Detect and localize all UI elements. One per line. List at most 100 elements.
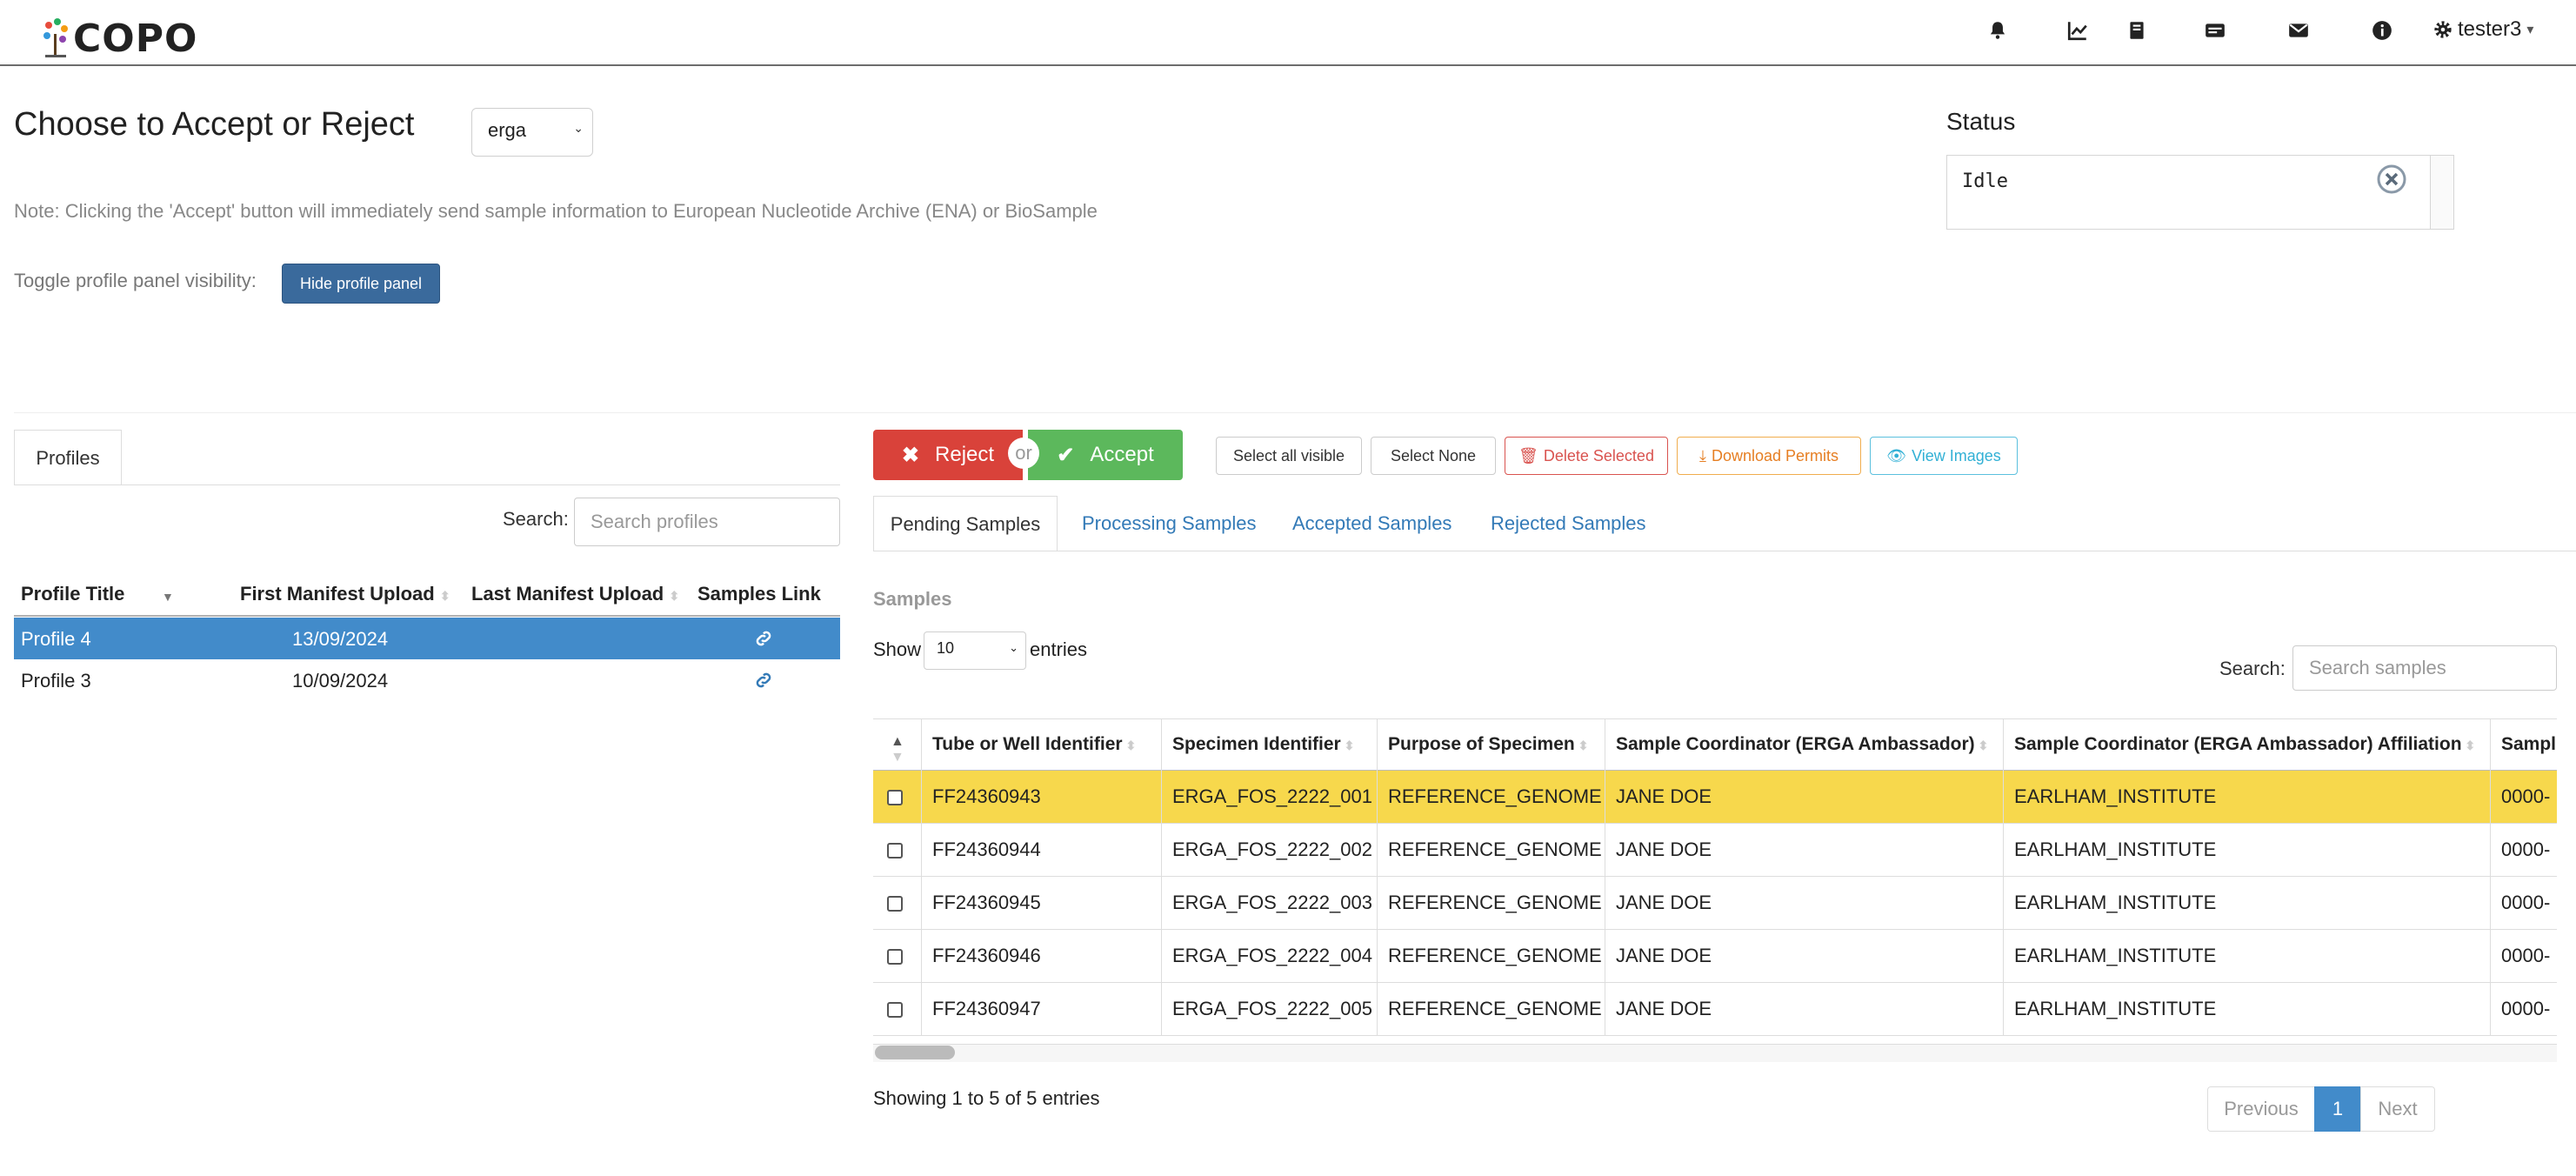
select-column-header[interactable]: ▲ ▼ bbox=[873, 718, 922, 771]
cell-coordinator: JANE DOE bbox=[1605, 824, 2004, 876]
close-icon[interactable] bbox=[2376, 164, 2407, 195]
samples-search-input[interactable]: Search samples bbox=[2292, 645, 2557, 691]
cell-coordinator: JANE DOE bbox=[1605, 983, 2004, 1035]
cell-coordinator: JANE DOE bbox=[1605, 771, 2004, 823]
trash-icon: 🗑 bbox=[1518, 446, 1538, 464]
select-cell bbox=[873, 877, 922, 929]
cell-purpose: REFERENCE_GENOME bbox=[1378, 824, 1605, 876]
col-label: Last Manifest Upload bbox=[471, 583, 664, 605]
samples-table: ▲ ▼ Tube or Well Identifier ⬍ Specimen Id… bbox=[873, 718, 2557, 1066]
col-label: Sample Coordinator (ERGA Ambassador) Aff… bbox=[2014, 734, 2462, 754]
profile-type-select[interactable]: erga ⌄ bbox=[471, 108, 593, 157]
horizontal-scrollbar[interactable] bbox=[873, 1044, 2557, 1062]
row-checkbox[interactable] bbox=[887, 790, 903, 805]
profiles-tab-border bbox=[14, 484, 840, 485]
reject-button[interactable]: ✖ Reject bbox=[873, 430, 1023, 480]
link-icon[interactable] bbox=[753, 628, 774, 649]
link-icon[interactable] bbox=[753, 670, 774, 691]
profile-row[interactable]: Profile 3 10/09/2024 bbox=[14, 659, 840, 701]
id-card-icon[interactable] bbox=[2204, 19, 2226, 42]
accept-button[interactable]: ✔ Accept bbox=[1028, 430, 1183, 480]
col-profile-title[interactable]: Profile Title ▼ bbox=[21, 583, 174, 605]
info-circle-icon[interactable] bbox=[2371, 19, 2393, 42]
view-images-button[interactable]: 👁 View Images bbox=[1870, 437, 2018, 475]
download-permits-button[interactable]: ⤓ Download Permits bbox=[1677, 437, 1861, 475]
cell-next: 0000- bbox=[2501, 785, 2551, 807]
copo-logo[interactable]: COPO bbox=[40, 16, 197, 61]
sample-row[interactable]: FF24360947 ERGA_FOS_2222_005 REFERENCE_GEN… bbox=[873, 983, 2557, 1036]
user-menu[interactable]: tester3 ▾ bbox=[2433, 17, 2533, 42]
row-checkbox[interactable] bbox=[887, 949, 903, 965]
first-upload: 13/09/2024 bbox=[292, 628, 389, 650]
view-images-label: View Images bbox=[1912, 446, 2001, 464]
select-cell bbox=[873, 930, 922, 982]
profile-row[interactable]: Profile 4 13/09/2024 bbox=[14, 618, 840, 659]
sample-row[interactable]: FF24360945 ERGA_FOS_2222_003 REFERENCE_GEN… bbox=[873, 877, 2557, 930]
col-next[interactable]: Sampl bbox=[2491, 718, 2557, 771]
tab-pending-samples[interactable]: Pending Samples bbox=[873, 496, 1058, 551]
cell-specimen: ERGA_FOS_2222_002 bbox=[1162, 824, 1378, 876]
tab-accepted-samples[interactable]: Accepted Samples bbox=[1292, 496, 1452, 551]
status-scrollbar[interactable] bbox=[2430, 156, 2453, 229]
sort-icon: ⬍ bbox=[1574, 738, 1589, 752]
cell-affiliation: EARLHAM_INSTITUTE bbox=[2004, 930, 2491, 982]
row-checkbox[interactable] bbox=[887, 896, 903, 912]
col-first-upload[interactable]: First Manifest Upload ⬍ bbox=[240, 583, 450, 605]
col-specimen-identifier[interactable]: Specimen Identifier ⬍ bbox=[1162, 718, 1378, 771]
delete-selected-button[interactable]: 🗑 Delete Selected bbox=[1505, 437, 1668, 475]
page-title: Choose to Accept or Reject bbox=[14, 106, 415, 143]
col-purpose[interactable]: Purpose of Specimen ⬍ bbox=[1378, 718, 1605, 771]
profiles-search-input[interactable]: Search profiles bbox=[574, 498, 840, 546]
col-tube-identifier[interactable]: Tube or Well Identifier ⬍ bbox=[922, 718, 1162, 771]
sort-desc-icon: ▼ bbox=[162, 590, 174, 604]
col-samples-link: Samples Link bbox=[697, 583, 821, 605]
col-coordinator[interactable]: Sample Coordinator (ERGA Ambassador) ⬍ bbox=[1605, 718, 2004, 771]
cell-tube: FF24360946 bbox=[922, 930, 1162, 982]
col-last-upload[interactable]: Last Manifest Upload ⬍ bbox=[471, 583, 679, 605]
chevron-down-icon: ⌄ bbox=[573, 121, 584, 135]
section-divider bbox=[14, 412, 2576, 413]
sample-row[interactable]: FF24360943 ERGA_FOS_2222_001 REFERENCE_GEN… bbox=[873, 771, 2557, 824]
download-label: Download Permits bbox=[1711, 446, 1839, 464]
cell-purpose: REFERENCE_GENOME bbox=[1378, 930, 1605, 982]
col-label: Specimen Identifier bbox=[1172, 734, 1341, 754]
row-checkbox[interactable] bbox=[887, 1002, 903, 1018]
cell-next: 0000- bbox=[2501, 945, 2551, 966]
tab-profiles[interactable]: Profiles bbox=[14, 430, 122, 485]
entries-label: entries bbox=[1030, 638, 1088, 660]
col-coordinator-affiliation[interactable]: Sample Coordinator (ERGA Ambassador) Aff… bbox=[2004, 718, 2491, 771]
pagination-next[interactable]: Next bbox=[2360, 1086, 2435, 1132]
check-icon: ✔ bbox=[1057, 443, 1075, 467]
pagination-page-1[interactable]: 1 bbox=[2314, 1086, 2361, 1132]
tab-rejected-samples[interactable]: Rejected Samples bbox=[1491, 496, 1646, 551]
cell-specimen: ERGA_FOS_2222_005 bbox=[1162, 983, 1378, 1035]
select-none-button[interactable]: Select None bbox=[1371, 437, 1496, 475]
scrollbar-thumb[interactable] bbox=[875, 1046, 955, 1059]
sort-icon: ⬍ bbox=[669, 589, 680, 603]
envelope-icon[interactable] bbox=[2287, 19, 2310, 42]
book-icon[interactable] bbox=[2126, 19, 2148, 42]
row-checkbox[interactable] bbox=[887, 843, 903, 859]
tab-processing-samples[interactable]: Processing Samples bbox=[1082, 496, 1257, 551]
pagination-previous[interactable]: Previous bbox=[2207, 1086, 2315, 1132]
status-text: Idle bbox=[1962, 170, 2008, 192]
hide-profile-panel-button[interactable]: Hide profile panel bbox=[282, 264, 440, 304]
delete-label: Delete Selected bbox=[1543, 446, 1654, 464]
top-navbar bbox=[0, 0, 2576, 66]
entries-select[interactable]: 10 ⌄ bbox=[924, 631, 1026, 670]
sample-row[interactable]: FF24360944 ERGA_FOS_2222_002 REFERENCE_GEN… bbox=[873, 824, 2557, 877]
accept-note: Note: Clicking the 'Accept' button will … bbox=[14, 200, 1098, 222]
select-all-visible-button[interactable]: Select all visible bbox=[1216, 437, 1362, 475]
col-label: Sample Coordinator (ERGA Ambassador) bbox=[1616, 734, 1975, 754]
entries-value: 10 bbox=[937, 639, 955, 657]
bell-icon[interactable] bbox=[1986, 19, 2009, 42]
samples-search-label: Search: bbox=[2219, 658, 2286, 679]
cell-coordinator: JANE DOE bbox=[1605, 930, 2004, 982]
chart-line-icon[interactable] bbox=[2066, 19, 2089, 42]
sample-row[interactable]: FF24360946 ERGA_FOS_2222_004 REFERENCE_GEN… bbox=[873, 930, 2557, 983]
col-label: Tube or Well Identifier bbox=[932, 734, 1123, 754]
cell-specimen: ERGA_FOS_2222_001 bbox=[1162, 771, 1378, 823]
table-header-border bbox=[14, 615, 840, 617]
cell-specimen: ERGA_FOS_2222_004 bbox=[1162, 930, 1378, 982]
toggle-panel-label: Toggle profile panel visibility: bbox=[14, 270, 257, 291]
